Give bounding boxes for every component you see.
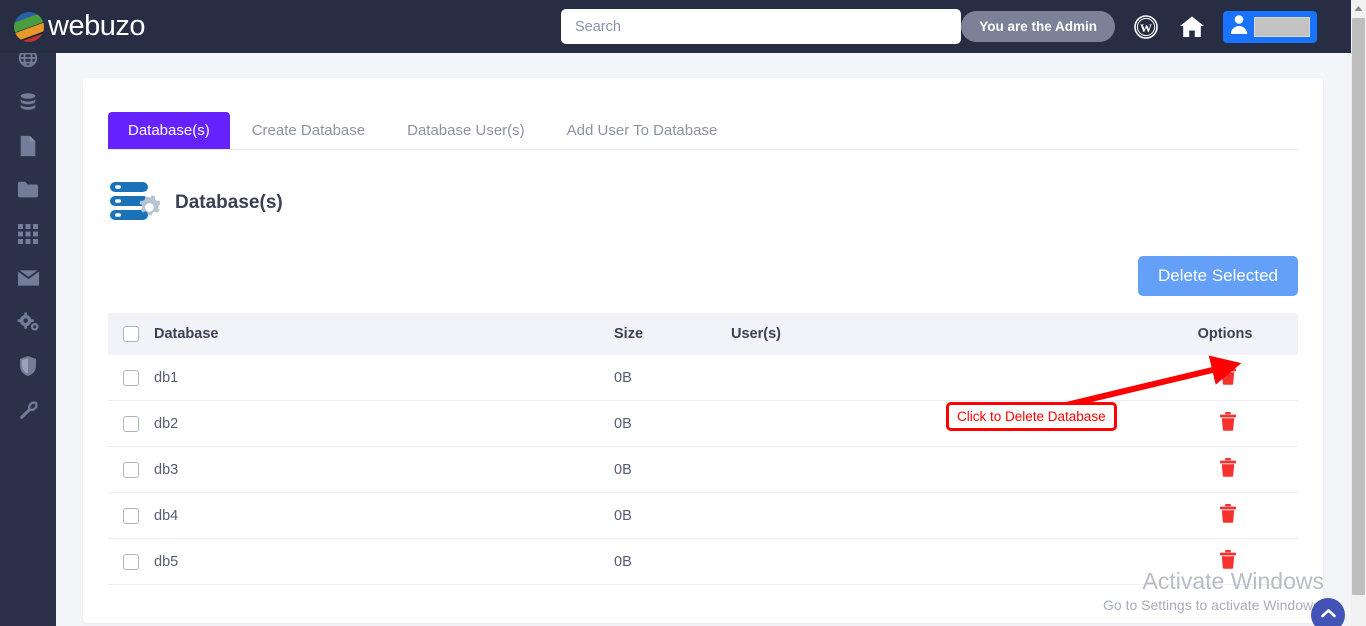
page-title: Database(s) [175,192,283,214]
delete-database-button[interactable] [1220,458,1236,480]
webuzo-globe-logo-icon [12,10,46,44]
sidebar-item-email[interactable] [0,256,56,300]
grid-icon [18,224,38,244]
sidebar-item-settings[interactable] [0,300,56,344]
file-icon [18,135,38,157]
delete-database-button[interactable] [1220,504,1236,526]
brand[interactable]: webuzo [12,10,272,44]
cell-size: 0B [614,554,731,570]
cell-database: db2 [154,416,614,432]
databases-table: Database Size User(s) Options db1 0B [108,313,1298,585]
scrollbar-up-arrow[interactable] [1351,0,1366,16]
row-select-cell [108,554,154,570]
sidebar [0,0,56,626]
select-all-checkbox[interactable] [123,326,139,342]
column-header-options: Options [1158,326,1298,342]
main-content: Database(s) Create Database Database Use… [56,53,1351,626]
trash-icon [1220,550,1236,572]
brand-name: webuzo [48,12,145,41]
app-root: webuzo You are the Admin W [0,0,1366,626]
row-checkbox[interactable] [123,370,139,386]
database-icon [17,91,39,113]
user-name-field [1254,17,1310,37]
search-container [561,9,961,44]
row-select-cell [108,416,154,432]
home-icon[interactable] [1177,12,1207,42]
trash-icon [1220,412,1236,434]
column-header-size: Size [614,326,731,342]
cell-database: db5 [154,554,614,570]
cell-options [1158,550,1298,573]
sidebar-item-file[interactable] [0,124,56,168]
column-header-users: User(s) [731,326,1158,342]
table-actions: Delete Selected [108,256,1298,296]
tab-database-users[interactable]: Database User(s) [387,112,545,150]
trash-icon [1220,366,1236,388]
envelope-icon [17,269,40,287]
row-checkbox[interactable] [123,462,139,478]
cell-options [1158,366,1298,389]
folder-icon [17,180,39,200]
admin-badge[interactable]: You are the Admin [961,11,1115,42]
tab-bar: Database(s) Create Database Database Use… [108,102,1298,150]
sidebar-item-folder[interactable] [0,168,56,212]
svg-text:W: W [1140,21,1152,35]
cell-size: 0B [614,462,731,478]
page-scrollbar[interactable] [1351,0,1366,626]
table-row: db1 0B [108,355,1298,401]
user-account-button[interactable] [1223,11,1317,43]
header-actions: You are the Admin W [961,0,1317,53]
wordpress-icon[interactable]: W [1131,12,1161,42]
cell-size: 0B [614,370,731,386]
database-card: Database(s) Create Database Database Use… [83,78,1323,623]
delete-database-button[interactable] [1220,366,1236,388]
row-select-cell [108,462,154,478]
user-icon [1230,14,1248,39]
cell-database: db4 [154,508,614,524]
shield-icon [18,355,38,377]
cell-options [1158,412,1298,435]
table-row: db4 0B [108,493,1298,539]
cell-options [1158,504,1298,527]
delete-selected-button[interactable]: Delete Selected [1138,256,1298,296]
annotation-callout: Click to Delete Database [946,402,1117,431]
row-select-cell [108,370,154,386]
search-input[interactable] [561,9,961,44]
row-checkbox[interactable] [123,416,139,432]
row-checkbox[interactable] [123,508,139,524]
row-select-cell [108,508,154,524]
sidebar-item-tools[interactable] [0,388,56,432]
cell-database: db3 [154,462,614,478]
cell-database: db1 [154,370,614,386]
database-gear-icon [108,180,160,226]
scroll-to-top-button[interactable] [1311,598,1345,626]
sidebar-item-security[interactable] [0,344,56,388]
table-row: db2 0B [108,401,1298,447]
page-header: Database(s) [108,180,1323,226]
chevron-up-icon [1321,606,1336,624]
table-row: db5 0B [108,539,1298,585]
table-header-row: Database Size User(s) Options [108,313,1298,355]
cell-size: 0B [614,416,731,432]
tab-add-user-to-database[interactable]: Add User To Database [547,112,738,150]
cell-size: 0B [614,508,731,524]
wrench-icon [18,400,39,421]
gears-icon [17,312,40,333]
top-header: webuzo You are the Admin W [0,0,1351,53]
sidebar-item-database[interactable] [0,80,56,124]
scrollbar-thumb[interactable] [1352,18,1365,595]
table-row: db3 0B [108,447,1298,493]
select-all-cell [108,326,154,342]
tab-create-database[interactable]: Create Database [232,112,385,150]
tab-databases[interactable]: Database(s) [108,112,230,150]
row-checkbox[interactable] [123,554,139,570]
trash-icon [1220,458,1236,480]
cell-options [1158,458,1298,481]
sidebar-item-apps[interactable] [0,212,56,256]
delete-database-button[interactable] [1220,412,1236,434]
trash-icon [1220,504,1236,526]
column-header-database: Database [154,326,614,342]
delete-database-button[interactable] [1220,550,1236,572]
